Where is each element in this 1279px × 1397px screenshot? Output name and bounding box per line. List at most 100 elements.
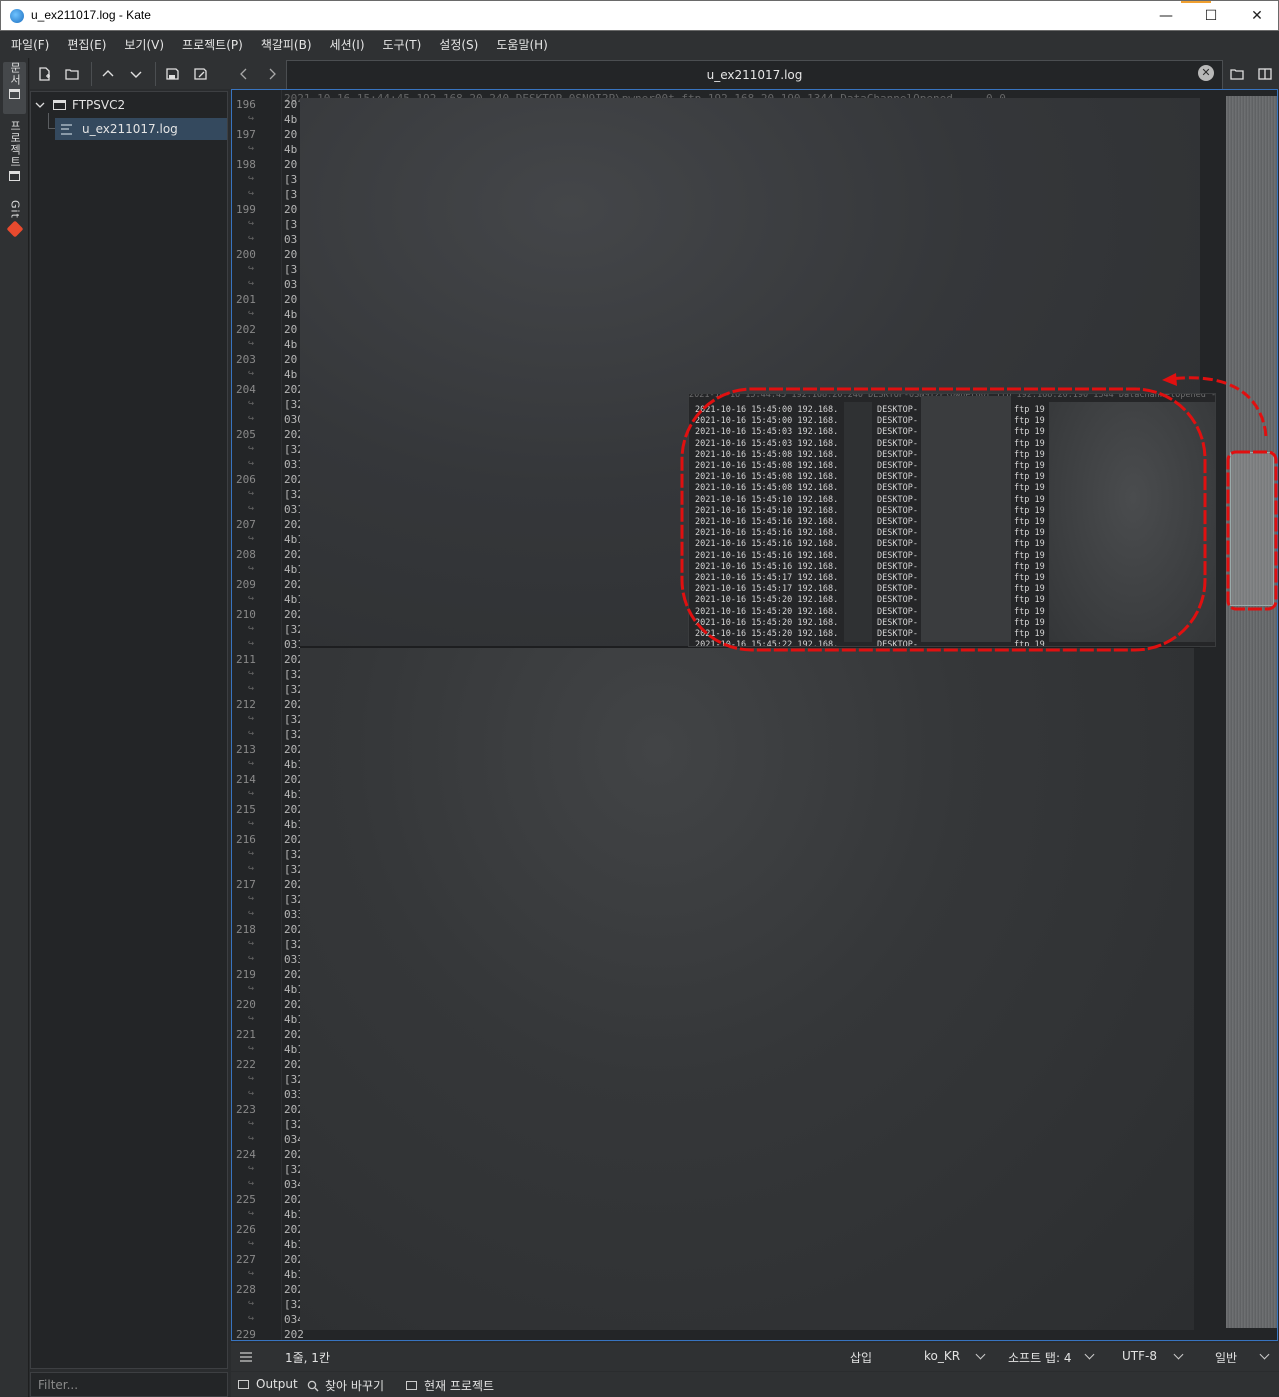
git-icon (6, 220, 23, 238)
cursor-position[interactable]: 1줄, 1칸 (285, 1349, 330, 1366)
current-project-tab[interactable]: 현재 프로젝트 (406, 1377, 494, 1394)
preview-row-ftp: ftp 19 (1014, 427, 1045, 438)
preview-row-host: DESKTOP- (877, 517, 918, 527)
wrap-indicator-icon: ↪ (248, 503, 255, 514)
close-tab-button[interactable]: ✕ (1198, 65, 1214, 81)
search-replace-label: 찾아 바꾸기 (325, 1379, 385, 1393)
project-tree: FTPSVC2 u_ex211017.log (30, 91, 228, 1369)
project-icon (406, 1381, 417, 1390)
menu-tools[interactable]: 도구(T) (374, 36, 431, 53)
encoding-selector[interactable]: UTF-8 (1122, 1349, 1157, 1363)
line-number: 225 (236, 1193, 256, 1206)
wrap-indicator-icon: ↪ (248, 593, 255, 604)
line-number: 217 (236, 878, 256, 891)
wrap-indicator-icon: ↪ (248, 713, 255, 724)
text-editor[interactable]: 196 ↪ 197 ↪ 198 ↪ ↪ 199 ↪ ↪ 200 ↪ ↪ 201 ↪ 202 ↪ 203 ↪ 204 ↪ ↪… (231, 89, 1278, 1341)
preview-row-host: DESKTOP- (877, 550, 918, 561)
menu-session[interactable]: 세션(I) (321, 36, 374, 53)
folder-icon (1230, 69, 1244, 80)
menu-file[interactable]: 파일(F) (2, 36, 58, 53)
preview-row-time: 2021-10-16 15:45:08 192.168. (695, 449, 839, 460)
preview-row-host: DESKTOP- (877, 483, 918, 494)
sidebar-tab-documents[interactable]: 문서 (3, 62, 26, 114)
wrap-indicator-icon: ↪ (248, 938, 255, 949)
preview-row-ftp: ftp 19 (1014, 550, 1045, 561)
menu-bar: 파일(F) 편집(E) 보기(V) 프로젝트(P) 책갈피(B) 세션(I) 도… (0, 31, 1279, 58)
input-mode[interactable]: 삽입 (850, 1349, 872, 1366)
line-number: 229 (236, 1328, 256, 1341)
preview-mask-tail (1049, 402, 1215, 642)
line-number: 218 (236, 923, 256, 936)
preview-mask-ip (844, 402, 872, 642)
search-replace-tab[interactable]: 찾아 바꾸기 (307, 1377, 384, 1394)
split-view-button[interactable] (1255, 64, 1275, 84)
menu-edit[interactable]: 편집(E) (58, 36, 115, 53)
tab-scroll-left-button[interactable] (234, 64, 254, 84)
close-window-button[interactable]: ✕ (1234, 1, 1279, 31)
minimap-scrollbar[interactable] (1226, 96, 1277, 1328)
preview-row-ftp: ftp 19 (1014, 438, 1045, 449)
quick-open-button[interactable] (1227, 64, 1247, 84)
menu-view[interactable]: 보기(V) (115, 36, 173, 53)
current-project-label: 현재 프로젝트 (424, 1379, 495, 1393)
line-number: 222 (236, 1058, 256, 1071)
line-number: 215 (236, 803, 256, 816)
preview-row-ftp: ftp 19 (1014, 517, 1045, 527)
wrap-indicator-icon: ↪ (248, 863, 255, 874)
filter-input[interactable]: Filter... (30, 1372, 228, 1397)
save-as-button[interactable] (190, 64, 210, 84)
wrap-indicator-icon: ↪ (248, 1268, 255, 1279)
preview-row-host: DESKTOP- (877, 629, 918, 639)
menu-bookmarks[interactable]: 책갈피(B) (252, 36, 321, 53)
output-tab[interactable]: Output (238, 1377, 298, 1391)
maximize-button[interactable]: ☐ (1188, 1, 1234, 31)
line-number: 196 (236, 98, 256, 111)
menu-lines-icon[interactable] (239, 1351, 253, 1363)
preview-row-host: DESKTOP- (877, 539, 918, 550)
blurred-log-region-bottom (300, 648, 1194, 1330)
tab-u-ex211017-log[interactable]: u_ex211017.log (286, 60, 1223, 89)
wrap-indicator-icon: ↪ (248, 1178, 255, 1189)
tree-folder-row[interactable]: FTPSVC2 (35, 94, 225, 116)
menu-help[interactable]: 도움말(H) (487, 36, 557, 53)
preview-row-time: 2021-10-16 15:45:00 192.168. (695, 405, 839, 415)
sidebar-tab-git[interactable]: Git (3, 200, 26, 246)
wrap-indicator-icon: ↪ (248, 953, 255, 964)
search-icon (307, 1380, 319, 1391)
wrap-indicator-icon: ↪ (248, 1043, 255, 1054)
line-number: 212 (236, 698, 256, 711)
dictionary-selector[interactable]: ko_KR (924, 1349, 960, 1363)
wrap-indicator-icon: ↪ (248, 1208, 255, 1219)
new-file-button[interactable] (34, 64, 54, 84)
line-number: 227 (236, 1253, 256, 1266)
sidebar-tab-projects[interactable]: 프로젝트 (3, 120, 26, 190)
indent-selector[interactable]: 소프트 탭: 4 (1008, 1349, 1071, 1366)
preview-row-time: 2021-10-16 15:45:20 192.168. (695, 606, 839, 617)
minimize-button[interactable]: — (1143, 1, 1189, 31)
sidebar-tab-documents-label: 문서 (8, 62, 22, 86)
open-file-button[interactable] (62, 64, 82, 84)
tab-label: u_ex211017.log (706, 68, 803, 82)
preview-row-time: 2021-10-16 15:45:03 192.168. (695, 427, 839, 438)
next-document-button[interactable] (126, 64, 146, 84)
preview-row-time: 2021-10-16 15:45:17 192.168. (695, 573, 839, 583)
sidebar-tab-git-label: Git (8, 200, 22, 219)
line-number: 214 (236, 773, 256, 786)
filetype-selector[interactable]: 일반 (1215, 1349, 1237, 1366)
preview-row-ftp: ftp 19 (1014, 528, 1045, 539)
menu-settings[interactable]: 설정(S) (430, 36, 487, 53)
save-button[interactable] (162, 64, 182, 84)
menu-project[interactable]: 프로젝트(P) (173, 36, 252, 53)
preview-row-ftp: ftp 19 (1014, 461, 1045, 471)
line-number: 203 (236, 353, 256, 366)
wrap-indicator-icon: ↪ (248, 113, 255, 124)
minimap-viewport-handle[interactable] (1230, 452, 1274, 606)
chevron-down-icon (35, 102, 45, 108)
line-number-gutter: 196 ↪ 197 ↪ 198 ↪ ↪ 199 ↪ ↪ 200 ↪ ↪ 201 ↪ 202 ↪ 203 ↪ 204 ↪ ↪… (232, 90, 282, 1340)
tab-scroll-right-button[interactable] (262, 64, 282, 84)
preview-row-time: 2021-10-16 15:45:20 192.168. (695, 595, 839, 606)
line-number: 213 (236, 743, 256, 756)
previous-document-button[interactable] (98, 64, 118, 84)
wrap-indicator-icon: ↪ (248, 818, 255, 829)
tree-file-row[interactable]: u_ex211017.log (55, 118, 227, 140)
